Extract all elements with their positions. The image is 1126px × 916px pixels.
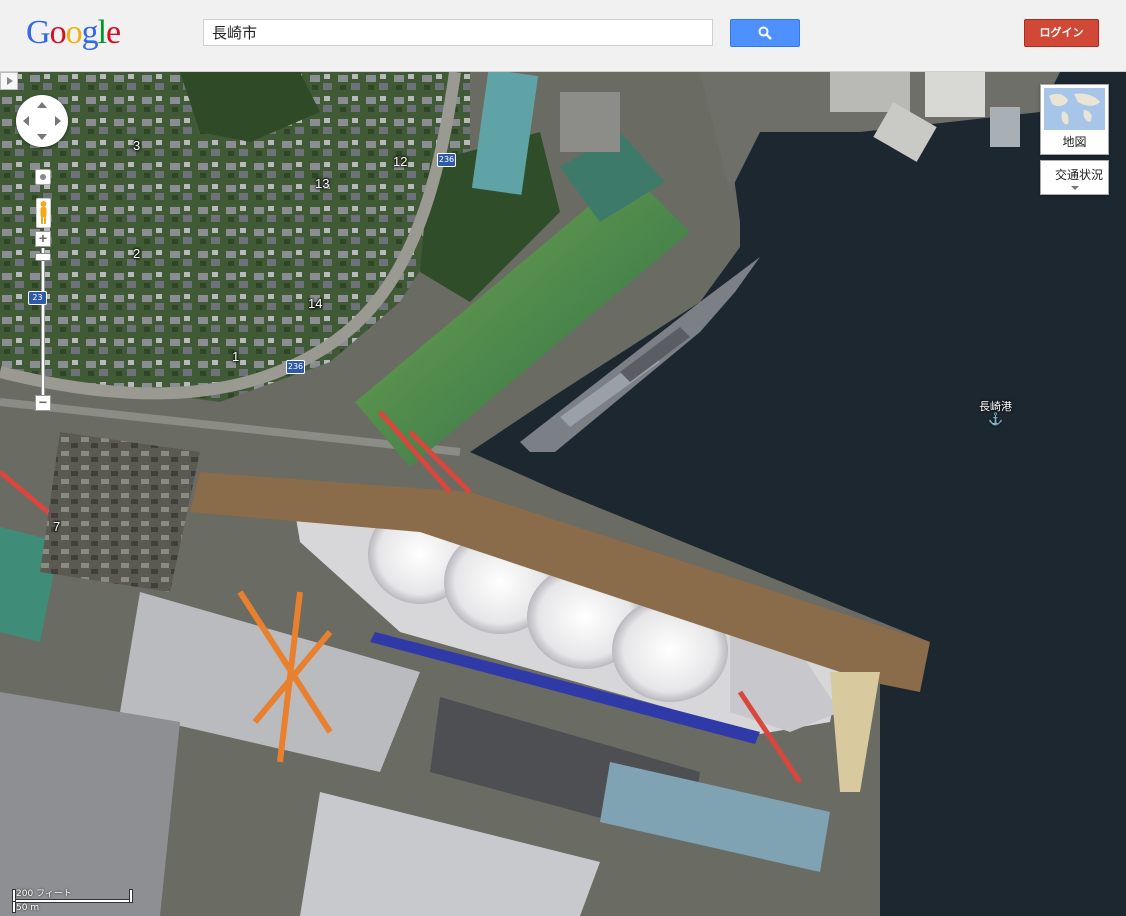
zoom-slider-track[interactable]	[41, 248, 45, 395]
world-map-thumbnail-icon	[1044, 88, 1105, 130]
route-shield: 236	[437, 153, 456, 167]
pan-up-icon[interactable]	[37, 102, 47, 108]
pan-down-icon[interactable]	[37, 134, 47, 140]
satellite-imagery	[0, 72, 1126, 916]
pegman-icon[interactable]	[36, 198, 51, 228]
scale-tick	[129, 889, 133, 903]
login-button[interactable]: ログイン	[1024, 19, 1099, 47]
search-button[interactable]	[730, 19, 800, 47]
lot-number-label: 13	[315, 176, 330, 191]
zoom-slider-handle[interactable]	[35, 253, 51, 261]
lot-number-label: 7	[53, 519, 61, 534]
map-type-button[interactable]: 地図	[1040, 84, 1109, 155]
route-shield: 23	[28, 291, 47, 305]
scale-metric-label: 50 m	[16, 903, 40, 913]
logo-letter: o	[65, 14, 83, 51]
scale-bar: 200 フィート 50 m	[12, 884, 152, 914]
route-shield: 236	[286, 360, 305, 374]
pan-left-icon[interactable]	[23, 116, 29, 126]
zoom-out-button[interactable]: −	[35, 395, 51, 411]
side-panel-toggle[interactable]	[0, 72, 18, 90]
anchor-icon[interactable]: ⚓	[988, 412, 1003, 426]
zoom-in-button[interactable]: +	[35, 231, 51, 247]
pan-right-icon[interactable]	[55, 116, 61, 126]
scale-imperial-label: 200 フィート	[16, 889, 72, 899]
lot-number-label: 3	[133, 138, 141, 153]
traffic-dropdown[interactable]: 交通状況	[1040, 160, 1109, 195]
lot-number-label: 1	[232, 349, 240, 364]
search-input[interactable]	[203, 19, 713, 46]
lot-number-label: 14	[308, 296, 323, 311]
logo-letter: l	[97, 14, 108, 51]
logo-letter: G	[26, 14, 51, 51]
logo-letter: g	[81, 14, 99, 51]
chevron-down-icon	[1071, 186, 1079, 190]
map-canvas[interactable]: + − 地図 交通状況 長崎港 ⚓ 3 12 13 2 14 1 7 236 2…	[0, 72, 1126, 916]
search-icon	[758, 26, 772, 40]
top-bar: Google ログイン	[0, 0, 1126, 72]
pan-control[interactable]	[16, 95, 68, 147]
logo-letter: e	[106, 14, 121, 51]
map-type-label: 地図	[1062, 135, 1087, 149]
traffic-label: 交通状況	[1055, 168, 1104, 182]
google-logo[interactable]: Google	[26, 14, 121, 52]
logo-letter: o	[49, 14, 67, 51]
lot-number-label: 2	[133, 246, 141, 261]
reset-view-button[interactable]	[35, 169, 51, 185]
lot-number-label: 12	[393, 154, 408, 169]
